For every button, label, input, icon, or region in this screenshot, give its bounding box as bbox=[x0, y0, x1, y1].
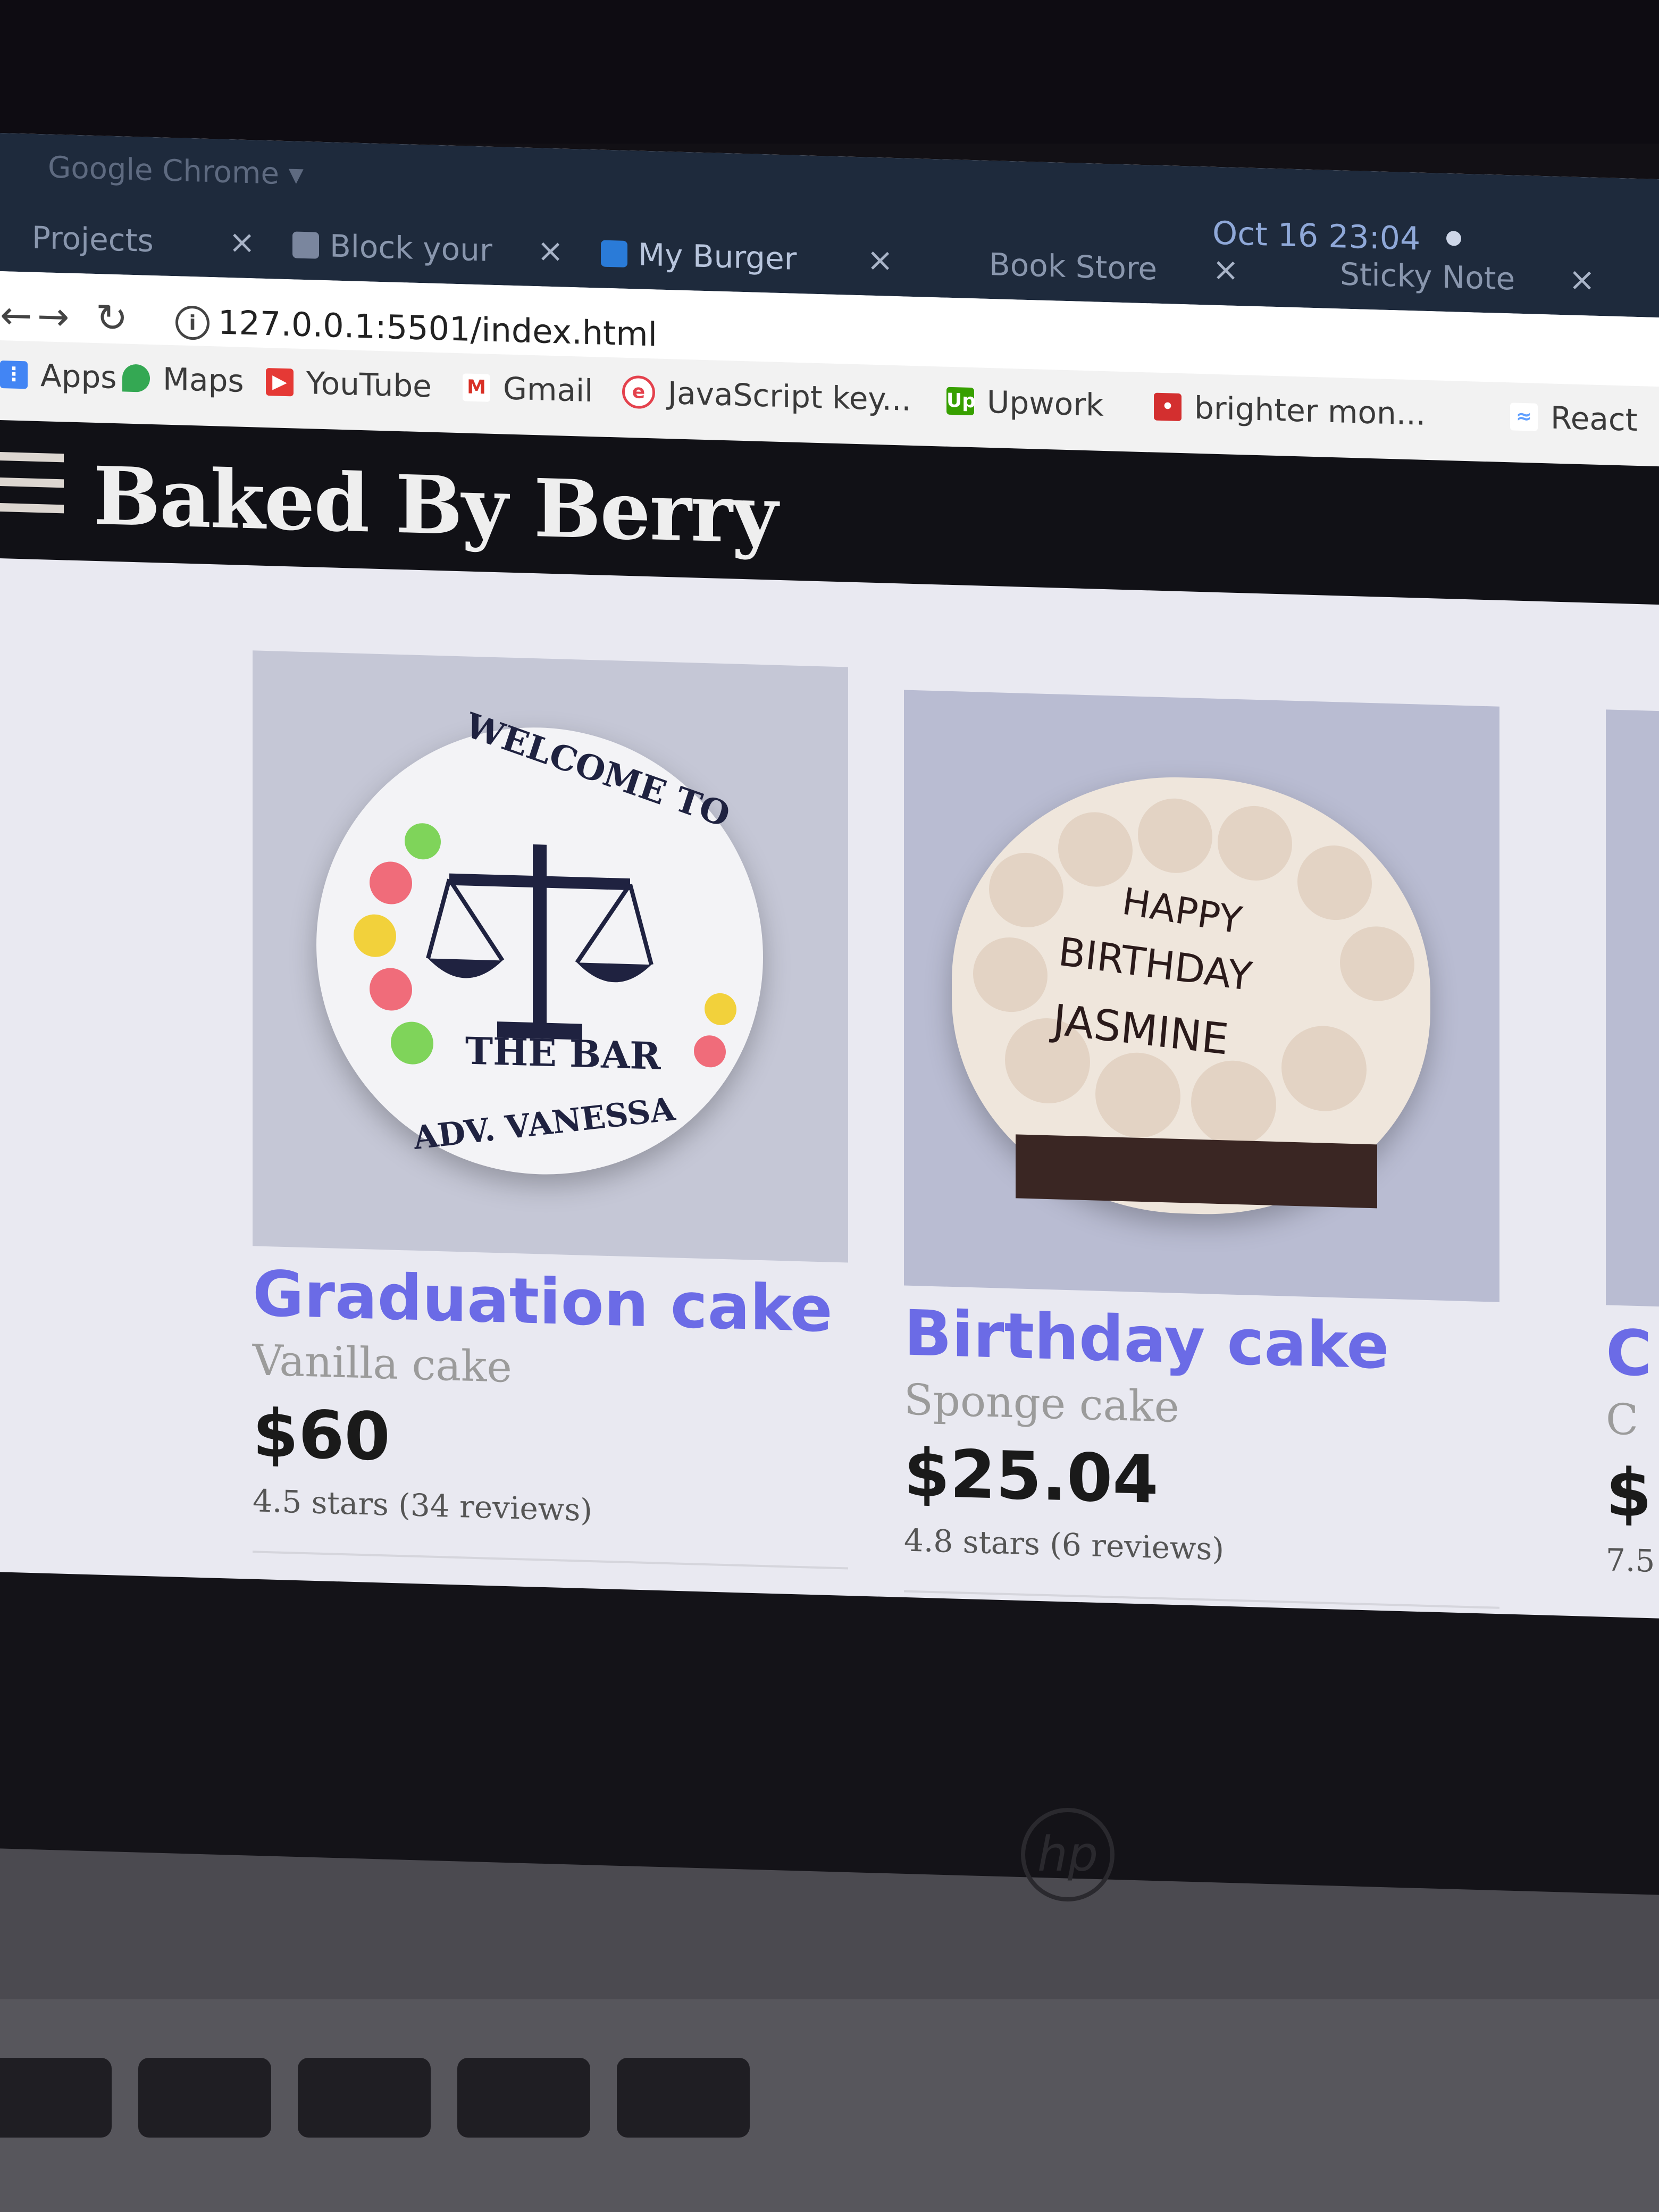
product-name[interactable]: Birthday cake bbox=[904, 1296, 1499, 1386]
keyboard-key bbox=[457, 2058, 590, 2138]
product-rating: 4.5 stars (34 reviews) bbox=[253, 1482, 592, 1529]
tab-label: Book Store bbox=[989, 246, 1158, 287]
mail-icon bbox=[292, 231, 319, 259]
bookmark-upwork[interactable]: Up Upwork bbox=[946, 383, 1104, 423]
product-name[interactable]: Graduation cake bbox=[253, 1256, 848, 1346]
product-price: $25.04 bbox=[904, 1435, 1159, 1519]
bookmark-label: brighter mon... bbox=[1194, 389, 1426, 432]
bookmark-label: Apps bbox=[40, 357, 117, 396]
frosting-swirls-icon bbox=[973, 798, 1414, 1209]
bookmark-apps[interactable]: ⋮ Apps bbox=[0, 356, 117, 396]
cake-birthday-image bbox=[952, 770, 1430, 1221]
upwork-icon: Up bbox=[946, 387, 976, 416]
bookmark-react[interactable]: ≈ React bbox=[1510, 398, 1638, 438]
screen-bezel bbox=[0, 1572, 1659, 1895]
site-title[interactable]: Baked By Berry bbox=[93, 449, 777, 562]
vscode-icon bbox=[601, 240, 627, 267]
keyboard-key bbox=[617, 2058, 750, 2138]
bookmark-label: JavaScript key... bbox=[668, 375, 911, 418]
tab-block-your[interactable]: Block your bbox=[292, 215, 492, 279]
bookmark-youtube[interactable]: ▶ YouTube bbox=[266, 364, 432, 405]
bookmark-label: React bbox=[1551, 399, 1638, 439]
product-image[interactable] bbox=[1606, 709, 1659, 1322]
product-price: $60 bbox=[253, 1395, 390, 1476]
maps-pin-icon bbox=[122, 364, 150, 392]
keyboard-key bbox=[138, 2058, 271, 2138]
tab-my-burger[interactable]: My Burger bbox=[601, 224, 797, 288]
keyboard-key bbox=[298, 2058, 431, 2138]
bookmark-gmail[interactable]: M Gmail bbox=[463, 369, 593, 409]
divider bbox=[253, 1551, 848, 1570]
product-flavor: Vanilla cake bbox=[253, 1335, 512, 1392]
close-icon[interactable]: × bbox=[229, 223, 255, 261]
apps-grid-icon: ⋮ bbox=[0, 361, 28, 389]
bookmark-label: Upwork bbox=[987, 383, 1104, 423]
tab-book-store[interactable]: Book Store bbox=[989, 235, 1157, 298]
product-flavor: C bbox=[1606, 1394, 1639, 1445]
youtube-icon: ▶ bbox=[266, 367, 294, 397]
bookmark-label: YouTube bbox=[306, 365, 432, 405]
bookmark-maps[interactable]: Maps bbox=[122, 359, 244, 399]
product-rating: 4.8 stars (6 reviews) bbox=[904, 1522, 1224, 1568]
hp-logo-icon: hp bbox=[1021, 1808, 1115, 1901]
back-arrow-icon[interactable]: ← bbox=[0, 292, 32, 338]
close-icon[interactable]: × bbox=[1569, 261, 1595, 298]
forward-arrow-icon[interactable]: → bbox=[37, 294, 69, 339]
tab-label: Block your bbox=[330, 228, 492, 269]
url-input[interactable]: 127.0.0.1:5501/index.html bbox=[218, 303, 657, 354]
close-icon[interactable]: × bbox=[867, 241, 893, 279]
product-flavor: Sponge cake bbox=[904, 1375, 1180, 1432]
product-price: $ bbox=[1606, 1454, 1652, 1532]
bookmark-brighter[interactable]: • brighter mon... bbox=[1154, 389, 1426, 432]
tab-label: My Burger bbox=[638, 236, 797, 277]
tab-label: Projects bbox=[32, 219, 154, 259]
cake-text-middle: THE BAR bbox=[465, 1028, 661, 1078]
product-card[interactable]: WELCOME TO THE BAR ADV. VANESSA Graduati… bbox=[253, 650, 848, 1722]
reload-icon[interactable]: ↻ bbox=[96, 295, 128, 341]
tab-label: Sticky Note bbox=[1340, 256, 1515, 297]
tab-projects[interactable]: Projects bbox=[32, 208, 154, 270]
browser-screen: Google Chrome ▾ Oct 16 23:04 Projects × … bbox=[0, 133, 1659, 1722]
bookmark-javascript[interactable]: e JavaScript key... bbox=[622, 374, 911, 418]
brighter-icon: • bbox=[1154, 392, 1182, 422]
product-image[interactable]: HAPPY BIRTHDAY JASMINE bbox=[904, 690, 1499, 1302]
tab-sticky-note[interactable]: Sticky Note bbox=[1340, 245, 1515, 308]
product-card[interactable]: HAPPY BIRTHDAY JASMINE Birthday cake Spo… bbox=[904, 690, 1499, 1722]
gmail-icon: M bbox=[463, 373, 490, 402]
os-app-menu[interactable]: Google Chrome ▾ bbox=[48, 150, 304, 192]
react-icon: ≈ bbox=[1510, 403, 1538, 431]
product-rating: 7.5 bbox=[1606, 1541, 1655, 1579]
laptop-lid-top bbox=[0, 0, 1659, 144]
product-card[interactable]: C C $ 7.5 bbox=[1606, 709, 1659, 1594]
keyboard-key bbox=[0, 2058, 112, 2138]
product-image[interactable]: WELCOME TO THE BAR ADV. VANESSA bbox=[253, 650, 848, 1263]
status-dot-icon bbox=[1446, 230, 1461, 246]
close-icon[interactable]: × bbox=[1212, 251, 1239, 289]
javascript-icon: e bbox=[622, 375, 655, 409]
site-info-icon[interactable]: i bbox=[175, 305, 210, 341]
bookmark-label: Maps bbox=[163, 361, 244, 399]
close-icon[interactable]: × bbox=[537, 232, 564, 270]
product-name[interactable]: C bbox=[1606, 1316, 1659, 1405]
hamburger-menu-icon[interactable] bbox=[0, 452, 64, 523]
bookmark-label: Gmail bbox=[503, 370, 593, 409]
